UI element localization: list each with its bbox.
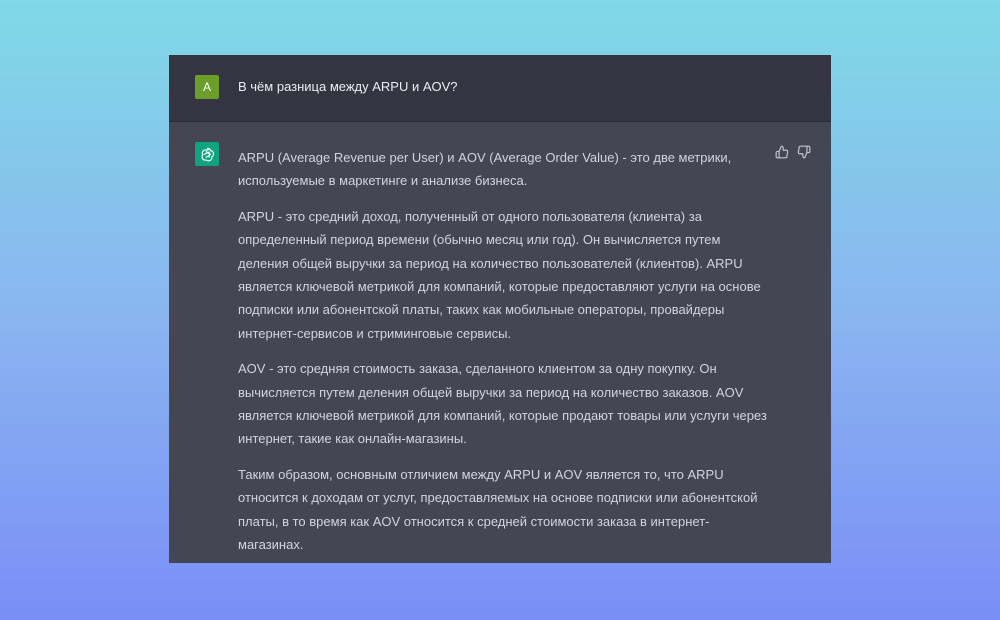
user-message-row: A В чём разница между ARPU и AOV?	[169, 55, 831, 122]
assistant-paragraph: ARPU - это средний доход, полученный от …	[238, 208, 761, 341]
thumbs-up-icon	[775, 145, 789, 159]
assistant-paragraph: Таким образом, основным отличием между A…	[238, 466, 758, 553]
user-message-text: В чём разница между ARPU и AOV?	[238, 79, 458, 94]
assistant-avatar	[195, 142, 219, 166]
chat-window: A В чём разница между ARPU и AOV? ARPU (…	[169, 55, 831, 563]
assistant-message-text: ARPU (Average Revenue per User) и AOV (A…	[238, 146, 768, 563]
feedback-buttons	[775, 145, 811, 159]
assistant-paragraph: ARPU (Average Revenue per User) и AOV (A…	[238, 150, 732, 189]
thumbs-up-button[interactable]	[775, 145, 789, 159]
thumbs-down-icon	[797, 145, 811, 159]
assistant-paragraph: AOV - это средняя стоимость заказа, сдел…	[238, 361, 767, 447]
thumbs-down-button[interactable]	[797, 145, 811, 159]
user-avatar: A	[195, 75, 219, 99]
openai-logo-icon	[201, 147, 214, 161]
